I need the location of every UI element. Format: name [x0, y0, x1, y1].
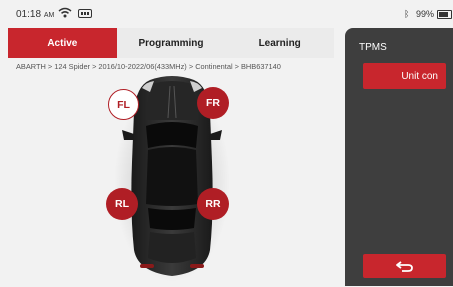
wifi-icon: [58, 7, 72, 18]
back-button[interactable]: [363, 254, 446, 278]
tire-rl-button[interactable]: RL: [106, 188, 138, 220]
battery-level: 99%: [416, 9, 435, 19]
tab-programming[interactable]: Programming: [117, 28, 226, 58]
tab-bar: Active Programming Learning: [8, 28, 334, 58]
clock-ampm: AM: [43, 12, 55, 19]
unit-conversion-button[interactable]: Unit con: [363, 63, 446, 89]
breadcrumb: ABARTH > 124 Spider > 2016/10-2022/06(43…: [16, 62, 281, 71]
panel-title: TPMS: [359, 42, 387, 53]
tab-learning[interactable]: Learning: [225, 28, 334, 58]
bluetooth-icon: ᛒ: [404, 9, 410, 19]
tire-fr-button[interactable]: FR: [197, 87, 229, 119]
tire-fl-button[interactable]: FL: [108, 89, 139, 120]
clock: 01:18 AM: [16, 9, 54, 20]
clock-time: 01:18: [16, 9, 42, 20]
tab-active[interactable]: Active: [8, 28, 117, 58]
tire-rr-button[interactable]: RR: [197, 188, 229, 220]
status-bar: 01:18 AM ᛒ 99%: [0, 0, 453, 26]
tpms-side-panel: TPMS Unit con: [345, 28, 453, 286]
back-arrow-icon: [395, 261, 413, 272]
battery-icon: [437, 10, 452, 19]
vci-connector-icon: [78, 9, 92, 18]
